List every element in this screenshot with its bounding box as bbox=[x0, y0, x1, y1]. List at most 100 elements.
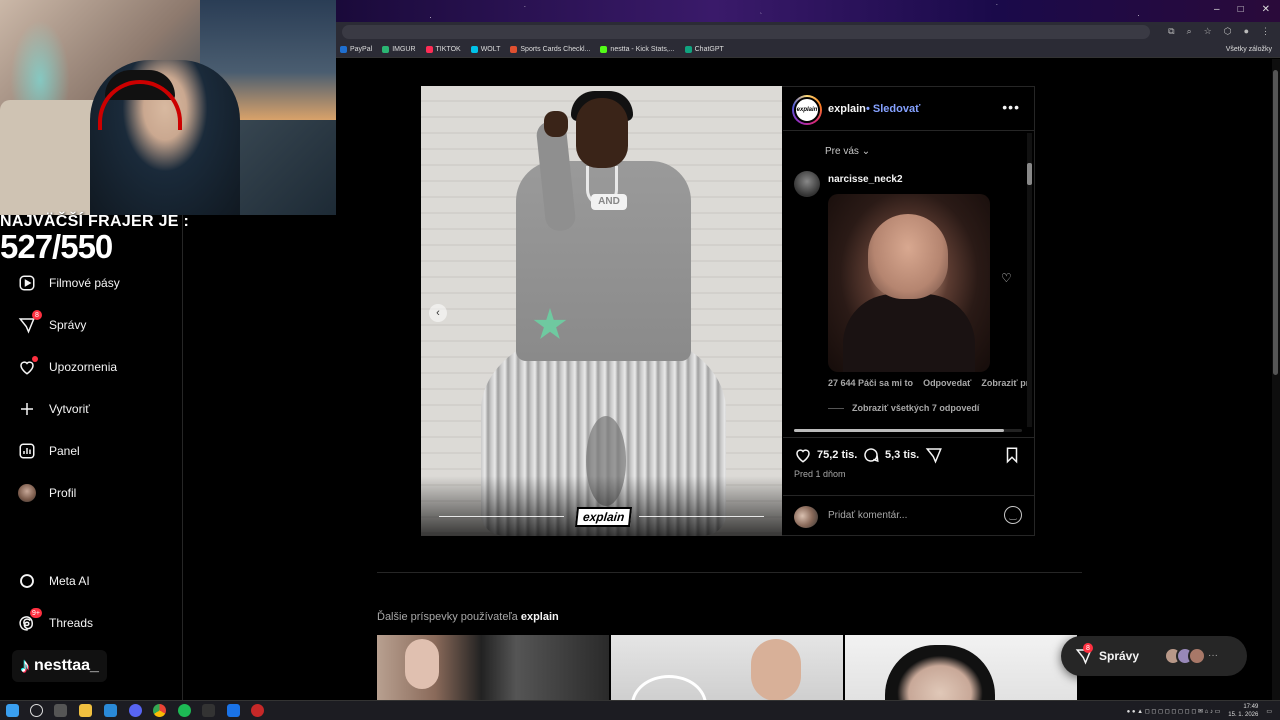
previous-photo-button[interactable]: ‹ bbox=[429, 304, 447, 322]
meta-ai-icon bbox=[18, 572, 36, 590]
tray-icons[interactable]: ● ● ▲ ◻ ◻ ◻ ◻ ◻ ◻ ◻ ◻ ✉ ⌂ ♪ ▭ bbox=[1127, 708, 1221, 715]
comment-count: 5,3 tis. bbox=[885, 449, 920, 461]
messages-label: Správy bbox=[1099, 649, 1140, 663]
messages-badge: 8 bbox=[32, 310, 42, 320]
bookmark-favicon-icon bbox=[382, 46, 390, 53]
messages-pill[interactable]: 8 Správy ··· bbox=[1061, 636, 1247, 676]
all-bookmarks[interactable]: Všetky záložky bbox=[1226, 46, 1272, 53]
heart-icon bbox=[796, 449, 810, 463]
chrome-icon[interactable] bbox=[153, 704, 166, 717]
app-icon[interactable] bbox=[202, 704, 215, 717]
messenger-icon: 8 bbox=[18, 310, 42, 334]
close-icon[interactable]: ✕ bbox=[1262, 4, 1270, 15]
bookmark-item[interactable]: WOLT bbox=[470, 46, 500, 53]
bookmark-star-icon[interactable]: ☆ bbox=[1204, 26, 1212, 37]
notification-dot bbox=[32, 356, 38, 362]
start-icon[interactable] bbox=[6, 704, 19, 717]
avatar bbox=[18, 484, 36, 502]
window-controls[interactable]: – □ ✕ bbox=[1214, 4, 1270, 15]
sidebar-item-label: Filmové pásy bbox=[49, 276, 120, 290]
sidebar-item-label: Threads bbox=[49, 616, 94, 630]
divider bbox=[377, 572, 1082, 573]
bookmark-item[interactable]: PayPal bbox=[340, 46, 372, 53]
app-icon[interactable] bbox=[227, 704, 240, 717]
more-options-icon[interactable]: ••• bbox=[1002, 99, 1020, 115]
sidebar-item-messages[interactable]: 8 Správy bbox=[18, 310, 87, 334]
share-button[interactable] bbox=[925, 446, 943, 464]
post-thumbnail[interactable] bbox=[611, 635, 843, 700]
reels-icon bbox=[18, 274, 36, 292]
search-icon[interactable] bbox=[30, 704, 43, 717]
profile-avatar bbox=[18, 484, 36, 502]
chart-icon bbox=[18, 442, 36, 460]
profile-icon[interactable]: ● bbox=[1244, 26, 1249, 37]
comments-horizontal-scrollbar[interactable] bbox=[788, 427, 1028, 433]
sidebar-item-profile[interactable]: Profil bbox=[18, 484, 76, 502]
reply-button[interactable]: Odpovedať bbox=[923, 378, 971, 388]
extensions-icon[interactable]: ⬡ bbox=[1224, 26, 1232, 37]
bookmark-item[interactable]: Sports Cards Checkl... bbox=[510, 46, 590, 53]
spotify-icon[interactable] bbox=[178, 704, 191, 717]
more-posts-username[interactable]: explain bbox=[521, 611, 559, 623]
post-timestamp: Pred 1 dňom bbox=[794, 469, 846, 479]
comment-meta: 27 644 Páči sa mi to Odpovedať Zobraziť … bbox=[828, 378, 1028, 388]
post-thumbnail[interactable] bbox=[845, 635, 1077, 700]
post-thumbnail[interactable] bbox=[377, 635, 609, 700]
follow-button[interactable]: • Sledovať bbox=[866, 103, 920, 115]
comment-gif[interactable] bbox=[828, 194, 990, 372]
notification-icon[interactable]: ▭ bbox=[1266, 708, 1272, 715]
sidebar-item-meta-ai[interactable]: Meta AI bbox=[18, 572, 90, 590]
maximize-icon[interactable]: □ bbox=[1238, 4, 1244, 15]
commenter-avatar[interactable] bbox=[794, 171, 820, 197]
menu-icon[interactable]: ⋮ bbox=[1261, 26, 1270, 37]
emoji-icon[interactable]: ‿ bbox=[1004, 506, 1022, 524]
sidebar-item-label: Správy bbox=[49, 318, 87, 332]
commenter-username[interactable]: narcisse_neck2 bbox=[828, 174, 903, 185]
bookmark-item[interactable]: ChatGPT bbox=[684, 46, 724, 53]
avatar bbox=[794, 506, 818, 528]
comment-likes[interactable]: 27 644 Páči sa mi to bbox=[828, 378, 913, 388]
sidebar-item-dashboard[interactable]: Panel bbox=[18, 442, 80, 460]
save-button[interactable] bbox=[1003, 446, 1021, 464]
bookmark-favicon-icon bbox=[470, 46, 478, 53]
task-view-icon[interactable] bbox=[54, 704, 67, 717]
translate-button[interactable]: Zobraziť preklad bbox=[981, 378, 1028, 388]
like-button[interactable]: 75,2 tis. bbox=[794, 446, 857, 464]
author-avatar-ring[interactable]: explain bbox=[792, 95, 822, 125]
system-tray: ● ● ▲ ◻ ◻ ◻ ◻ ◻ ◻ ◻ ◻ ✉ ⌂ ♪ ▭ 17:49 15. 1… bbox=[1127, 703, 1272, 719]
author-username[interactable]: explain bbox=[828, 103, 866, 115]
page-scrollbar-thumb[interactable] bbox=[1273, 70, 1278, 375]
post-actions: 75,2 tis. 5,3 tis. bbox=[783, 437, 1034, 487]
bookmark-item[interactable]: TIKTOK bbox=[425, 46, 461, 53]
app-icon[interactable] bbox=[251, 704, 264, 717]
sidebar-item-create[interactable]: Vytvoriť bbox=[18, 400, 90, 418]
comment-sort-dropdown[interactable]: Pre vás ⌄ bbox=[825, 146, 870, 157]
extension-icon[interactable]: ⧉ bbox=[1168, 26, 1174, 37]
webcam-overlay bbox=[0, 0, 336, 215]
sidebar-item-threads[interactable]: 9+ Threads bbox=[18, 608, 94, 632]
comment-button[interactable]: 5,3 tis. bbox=[862, 446, 919, 464]
discord-icon[interactable] bbox=[129, 704, 142, 717]
tiktok-handle: nesttaa_ bbox=[34, 657, 99, 674]
comments-scrollbar[interactable] bbox=[1027, 133, 1032, 427]
url-field[interactable] bbox=[342, 25, 1150, 39]
bookmarks-bar: PayPal IMGUR TIKTOK WOLT Sports Cards Ch… bbox=[336, 42, 1280, 58]
sidebar-item-reels[interactable]: Filmové pásy bbox=[18, 274, 120, 292]
stream-overlay-count: 527/550 bbox=[0, 228, 113, 265]
view-replies-button[interactable]: Zobraziť všetkých 7 odpovedí bbox=[828, 403, 979, 413]
comment-input[interactable]: Pridať komentár... bbox=[828, 510, 907, 521]
comment-like-icon[interactable]: ♡ bbox=[1001, 271, 1012, 285]
chevron-down-icon: ⌄ bbox=[861, 146, 871, 157]
bookmark-item[interactable]: nestta - Kick Stats,... bbox=[600, 46, 675, 53]
file-explorer-icon[interactable] bbox=[79, 704, 92, 717]
bookmark-item[interactable]: IMGUR bbox=[382, 46, 416, 53]
app-icon[interactable] bbox=[104, 704, 117, 717]
post-photo[interactable]: AND ‹ explain bbox=[421, 86, 782, 536]
zoom-icon[interactable]: ⌕ bbox=[1187, 26, 1192, 37]
sidebar-item-notifications[interactable]: Upozornenia bbox=[18, 356, 117, 376]
minimize-icon[interactable]: – bbox=[1214, 4, 1220, 15]
tiktok-icon: ♪ bbox=[20, 654, 30, 677]
sidebar-item-label: Panel bbox=[49, 444, 80, 458]
clock[interactable]: 17:49 15. 1. 2026 bbox=[1228, 703, 1258, 719]
sidebar-nav: Filmové pásy 8 Správy Upozornenia Vytvor… bbox=[0, 215, 183, 700]
